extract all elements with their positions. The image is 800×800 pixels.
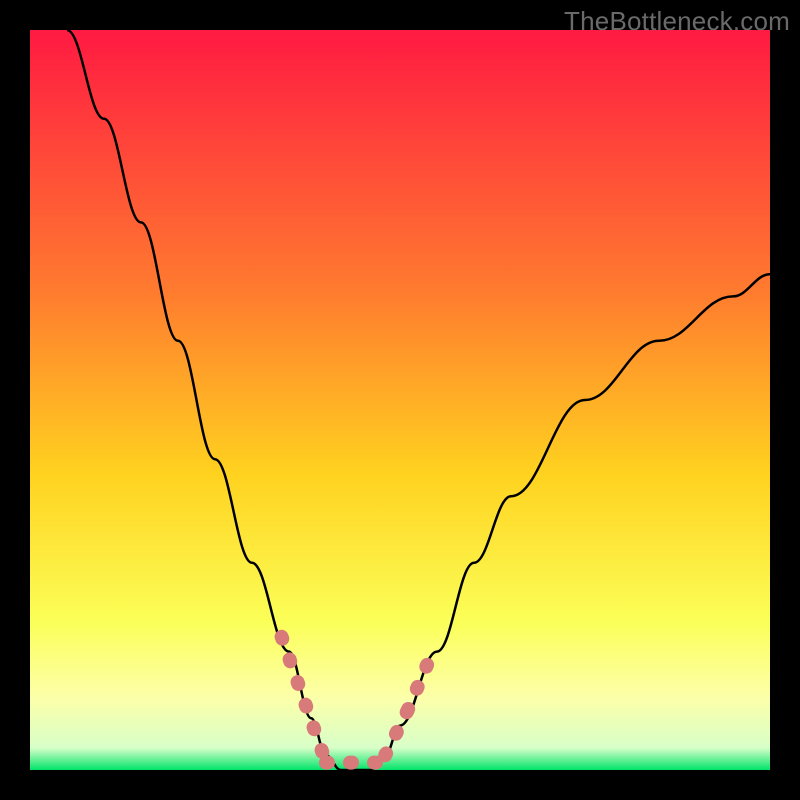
watermark-text: TheBottleneck.com — [564, 6, 790, 37]
chart-svg — [30, 30, 770, 770]
chart-frame: TheBottleneck.com — [0, 0, 800, 800]
plot-area — [30, 30, 770, 770]
gradient-rect — [30, 30, 770, 770]
